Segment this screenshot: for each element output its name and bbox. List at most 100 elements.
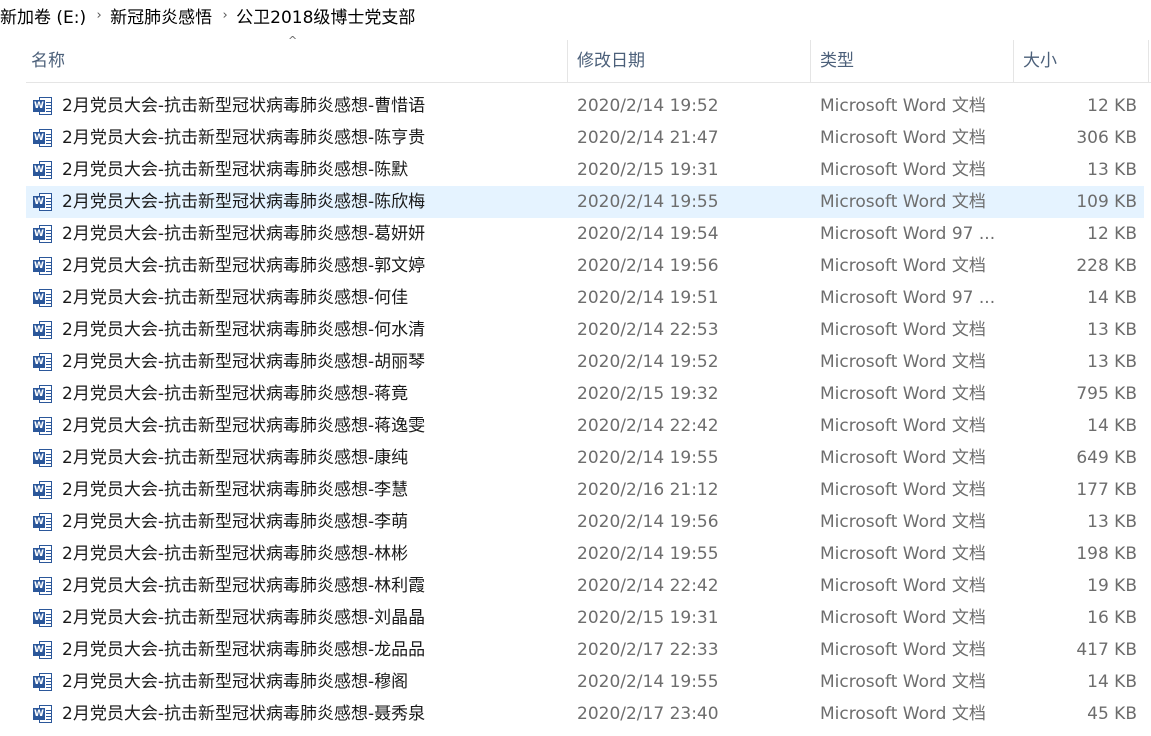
file-row[interactable]: W 2月党员大会-抗击新型冠状病毒肺炎感想-李慧 2020/2/16 21:12 Mi… — [26, 474, 1144, 506]
file-row[interactable]: W 2月党员大会-抗击新型冠状病毒肺炎感想-陈默 2020/2/15 19:31 Mi… — [26, 154, 1144, 186]
file-size: 14 KB — [1087, 416, 1137, 436]
file-name: 2月党员大会-抗击新型冠状病毒肺炎感想-胡丽琴 — [62, 352, 426, 372]
file-name: 2月党员大会-抗击新型冠状病毒肺炎感想-蒋逸雯 — [62, 416, 426, 436]
breadcrumb-item-folder[interactable]: 新冠肺炎感悟 — [110, 3, 214, 28]
file-type: Microsoft Word 文档 — [820, 128, 986, 148]
file-name: 2月党员大会-抗击新型冠状病毒肺炎感想-何水清 — [62, 320, 426, 340]
file-name: 2月党员大会-抗击新型冠状病毒肺炎感想-龙品品 — [62, 640, 426, 660]
file-list: W 2月党员大会-抗击新型冠状病毒肺炎感想-曹惜语 2020/2/14 19:52 M… — [26, 90, 1144, 730]
word-badge: W — [33, 356, 45, 368]
column-header-name[interactable]: 名称 — [26, 40, 567, 82]
file-row[interactable]: W 2月党员大会-抗击新型冠状病毒肺炎感想-何水清 2020/2/14 22:53 M… — [26, 314, 1144, 346]
file-type: Microsoft Word 文档 — [820, 576, 986, 596]
file-size: 198 KB — [1076, 544, 1137, 564]
file-size: 306 KB — [1076, 128, 1137, 148]
file-size: 12 KB — [1087, 96, 1137, 116]
file-row[interactable]: W 2月党员大会-抗击新型冠状病毒肺炎感想-陈亨贵 2020/2/14 21:47 M… — [26, 122, 1144, 154]
file-size: 14 KB — [1087, 288, 1137, 308]
file-row[interactable]: W 2月党员大会-抗击新型冠状病毒肺炎感想-蒋竟 2020/2/15 19:32 Mi… — [26, 378, 1144, 410]
column-header-date[interactable]: 修改日期 — [572, 40, 810, 82]
file-size: 45 KB — [1087, 704, 1137, 724]
chevron-right-icon[interactable]: › — [88, 8, 110, 23]
file-row[interactable]: W 2月党员大会-抗击新型冠状病毒肺炎感想-林利霞 2020/2/14 22:42 M… — [26, 570, 1144, 602]
column-resize-handle[interactable] — [567, 40, 568, 82]
column-resize-handle[interactable] — [1013, 40, 1014, 82]
file-row[interactable]: W 2月党员大会-抗击新型冠状病毒肺炎感想-穆阁 2020/2/14 19:55 Mi… — [26, 666, 1144, 698]
file-modified-date: 2020/2/14 19:55 — [577, 672, 719, 692]
file-modified-date: 2020/2/14 19:56 — [577, 512, 719, 532]
file-row[interactable]: W 2月党员大会-抗击新型冠状病毒肺炎感想-龙品品 2020/2/17 22:33 M… — [26, 634, 1144, 666]
file-name: 2月党员大会-抗击新型冠状病毒肺炎感想-林彬 — [62, 544, 409, 564]
file-size: 228 KB — [1076, 256, 1137, 276]
file-modified-date: 2020/2/14 19:52 — [577, 96, 719, 116]
file-size: 13 KB — [1087, 320, 1137, 340]
file-type: Microsoft Word 文档 — [820, 320, 986, 340]
file-row[interactable]: W 2月党员大会-抗击新型冠状病毒肺炎感想-刘晶晶 2020/2/15 19:31 M… — [26, 602, 1144, 634]
file-modified-date: 2020/2/14 19:54 — [577, 224, 719, 244]
file-row[interactable]: W 2月党员大会-抗击新型冠状病毒肺炎感想-陈欣梅 2020/2/14 19:55 M… — [26, 186, 1144, 218]
word-document-icon: W — [33, 640, 53, 660]
file-row[interactable]: W 2月党员大会-抗击新型冠状病毒肺炎感想-葛妍妍 2020/2/14 19:54 M… — [26, 218, 1144, 250]
file-type: Microsoft Word 97 ... — [820, 224, 996, 244]
file-type: Microsoft Word 文档 — [820, 512, 986, 532]
file-modified-date: 2020/2/14 19:55 — [577, 192, 719, 212]
word-badge: W — [33, 228, 45, 240]
file-row[interactable]: W 2月党员大会-抗击新型冠状病毒肺炎感想-曹惜语 2020/2/14 19:52 M… — [26, 90, 1144, 122]
file-size: 13 KB — [1087, 160, 1137, 180]
column-header-type[interactable]: 类型 — [815, 40, 1013, 82]
file-name: 2月党员大会-抗击新型冠状病毒肺炎感想-林利霞 — [62, 576, 426, 596]
file-row[interactable]: W 2月党员大会-抗击新型冠状病毒肺炎感想-林彬 2020/2/14 19:55 Mi… — [26, 538, 1144, 570]
word-badge: W — [33, 676, 45, 688]
word-document-icon: W — [33, 256, 53, 276]
column-header-size[interactable]: 大小 — [1018, 40, 1148, 82]
word-document-icon: W — [33, 192, 53, 212]
word-document-icon: W — [33, 96, 53, 116]
file-size: 16 KB — [1087, 608, 1137, 628]
file-size: 19 KB — [1087, 576, 1137, 596]
word-document-icon: W — [33, 416, 53, 436]
word-document-icon: W — [33, 288, 53, 308]
file-type: Microsoft Word 文档 — [820, 416, 986, 436]
file-modified-date: 2020/2/16 21:12 — [577, 480, 719, 500]
file-size: 649 KB — [1076, 448, 1137, 468]
file-row[interactable]: W 2月党员大会-抗击新型冠状病毒肺炎感想-康纯 2020/2/14 19:55 Mi… — [26, 442, 1144, 474]
file-row[interactable]: W 2月党员大会-抗击新型冠状病毒肺炎感想-蒋逸雯 2020/2/14 22:42 M… — [26, 410, 1144, 442]
file-type: Microsoft Word 文档 — [820, 448, 986, 468]
file-name: 2月党员大会-抗击新型冠状病毒肺炎感想-陈默 — [62, 160, 409, 180]
file-name: 2月党员大会-抗击新型冠状病毒肺炎感想-穆阁 — [62, 672, 409, 692]
file-size: 13 KB — [1087, 512, 1137, 532]
file-modified-date: 2020/2/14 21:47 — [577, 128, 719, 148]
file-modified-date: 2020/2/14 19:56 — [577, 256, 719, 276]
word-badge: W — [33, 164, 45, 176]
file-name: 2月党员大会-抗击新型冠状病毒肺炎感想-陈亨贵 — [62, 128, 426, 148]
file-row[interactable]: W 2月党员大会-抗击新型冠状病毒肺炎感想-何佳 2020/2/14 19:51 Mi… — [26, 282, 1144, 314]
file-name: 2月党员大会-抗击新型冠状病毒肺炎感想-何佳 — [62, 288, 409, 308]
file-modified-date: 2020/2/15 19:32 — [577, 384, 719, 404]
file-name: 2月党员大会-抗击新型冠状病毒肺炎感想-李萌 — [62, 512, 409, 532]
file-row[interactable]: W 2月党员大会-抗击新型冠状病毒肺炎感想-胡丽琴 2020/2/14 19:52 M… — [26, 346, 1144, 378]
chevron-right-icon[interactable]: › — [214, 8, 236, 23]
file-row[interactable]: W 2月党员大会-抗击新型冠状病毒肺炎感想-李萌 2020/2/14 19:56 Mi… — [26, 506, 1144, 538]
file-name: 2月党员大会-抗击新型冠状病毒肺炎感想-刘晶晶 — [62, 608, 426, 628]
file-type: Microsoft Word 文档 — [820, 672, 986, 692]
word-document-icon: W — [33, 448, 53, 468]
column-resize-handle[interactable] — [1148, 40, 1149, 82]
file-type: Microsoft Word 文档 — [820, 608, 986, 628]
column-resize-handle[interactable] — [810, 40, 811, 82]
file-modified-date: 2020/2/14 19:52 — [577, 352, 719, 372]
file-row[interactable]: W 2月党员大会-抗击新型冠状病毒肺炎感想-聂秀泉 2020/2/17 23:40 M… — [26, 698, 1144, 730]
file-size: 417 KB — [1076, 640, 1137, 660]
word-document-icon: W — [33, 544, 53, 564]
file-size: 12 KB — [1087, 224, 1137, 244]
word-document-icon: W — [33, 512, 53, 532]
breadcrumb-item-current[interactable]: 公卫2018级博士党支部 — [236, 3, 417, 28]
file-modified-date: 2020/2/17 22:33 — [577, 640, 719, 660]
file-type: Microsoft Word 文档 — [820, 544, 986, 564]
file-size: 109 KB — [1076, 192, 1137, 212]
word-badge: W — [33, 516, 45, 528]
file-row[interactable]: W 2月党员大会-抗击新型冠状病毒肺炎感想-郭文婷 2020/2/14 19:56 M… — [26, 250, 1144, 282]
word-badge: W — [33, 612, 45, 624]
breadcrumb-item-drive[interactable]: 新加卷 (E:) — [0, 3, 88, 28]
file-modified-date: 2020/2/15 19:31 — [577, 608, 719, 628]
file-type: Microsoft Word 文档 — [820, 384, 986, 404]
